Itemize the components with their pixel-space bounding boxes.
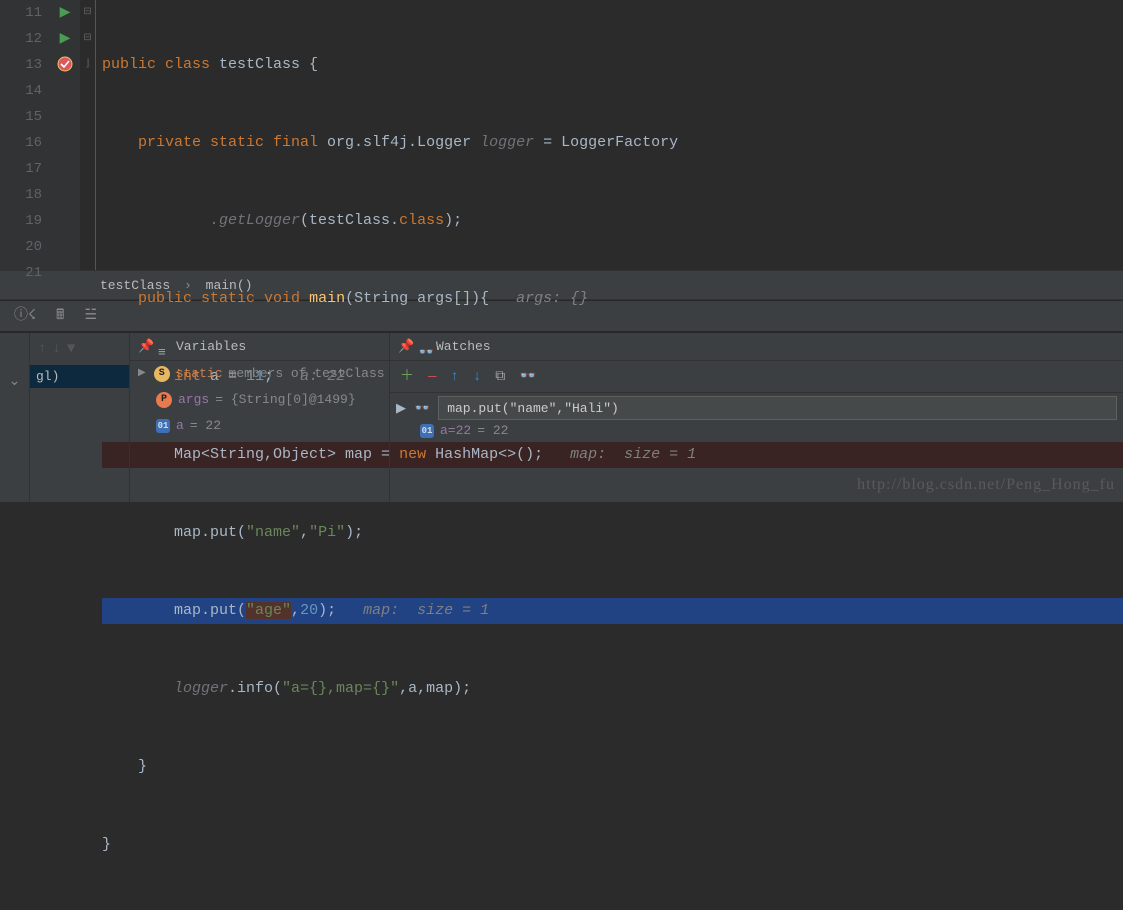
code-content[interactable]: public class testClass { private static … xyxy=(96,0,1123,270)
variables-icon: ≡ xyxy=(158,339,166,367)
debugger-side-buttons: ⌄ xyxy=(0,333,30,502)
variables-title: Variables xyxy=(160,339,246,354)
expand-icon[interactable]: ▶ xyxy=(396,401,406,416)
calculator-icon[interactable]: 🖩 xyxy=(56,300,64,332)
glasses-icon[interactable]: 👓 xyxy=(519,361,536,393)
watermark: http://blog.csdn.net/Peng_Hong_fu xyxy=(857,476,1115,494)
fold-end-icon[interactable]: ⌋ xyxy=(80,52,95,78)
code-editor[interactable]: 111213 141516 171819 2021 ▶ ▶ ⊟ ⊟ ⌋ publ… xyxy=(0,0,1123,270)
variable-row[interactable]: ▶ S static members of testClass xyxy=(130,361,389,387)
fold-icon[interactable]: ⊟ xyxy=(80,0,95,26)
run-icon[interactable]: ▶ xyxy=(50,26,80,52)
frames-column: ↑ ↓ ▼ gl) xyxy=(30,333,130,502)
filter-icon[interactable]: ▼ xyxy=(67,341,75,357)
pin-icon[interactable]: 📌 xyxy=(138,333,154,361)
chevron-right-icon: › xyxy=(184,278,192,293)
move-down-icon[interactable]: ↓ xyxy=(473,361,481,393)
variable-row[interactable]: P args = {String[0]@1499} xyxy=(130,387,389,413)
watch-expression-input[interactable] xyxy=(438,396,1117,420)
fold-column[interactable]: ⊟ ⊟ ⌋ xyxy=(80,0,96,270)
pin-icon[interactable]: 📌 xyxy=(398,333,414,361)
chevron-down-icon[interactable]: ⌄ xyxy=(9,373,21,390)
gutter-markers[interactable]: ▶ ▶ xyxy=(50,0,80,270)
copy-icon[interactable]: ⧉ xyxy=(495,361,505,393)
fold-icon[interactable]: ⊟ xyxy=(80,26,95,52)
expand-icon[interactable]: ▶ xyxy=(138,361,146,387)
glasses-icon: 👓 xyxy=(414,401,430,416)
breadcrumb-item[interactable]: main() xyxy=(206,278,253,293)
line-number-gutter: 111213 141516 171819 2021 xyxy=(0,0,50,270)
breakpoint-hit-icon[interactable] xyxy=(50,52,80,78)
static-badge-icon: S xyxy=(154,366,170,382)
param-badge-icon: P xyxy=(156,392,172,408)
prev-frame-icon[interactable]: ↑ xyxy=(38,341,46,357)
next-frame-icon[interactable]: ↓ xyxy=(52,341,60,357)
primitive-badge-icon: 01 xyxy=(156,419,170,433)
run-icon[interactable]: ▶ xyxy=(50,0,80,26)
breadcrumb-item[interactable]: testClass xyxy=(100,278,170,293)
move-up-icon[interactable]: ↑ xyxy=(450,361,458,393)
variable-row[interactable]: 01 a = 22 xyxy=(130,413,389,439)
evaluate-icon[interactable]: ⓘ☇ xyxy=(14,300,36,332)
variables-pane: 📌 ≡ Variables ▶ S static members of test… xyxy=(130,333,390,502)
stack-frame[interactable]: gl) xyxy=(30,365,129,388)
primitive-badge-icon: 01 xyxy=(420,424,434,438)
glasses-icon: 👓 xyxy=(418,339,434,367)
watch-result-row[interactable]: 01 a=22 = 22 xyxy=(390,423,1123,438)
list-icon[interactable]: ☱ xyxy=(84,300,97,332)
add-watch-icon[interactable]: ＋ xyxy=(400,361,414,393)
